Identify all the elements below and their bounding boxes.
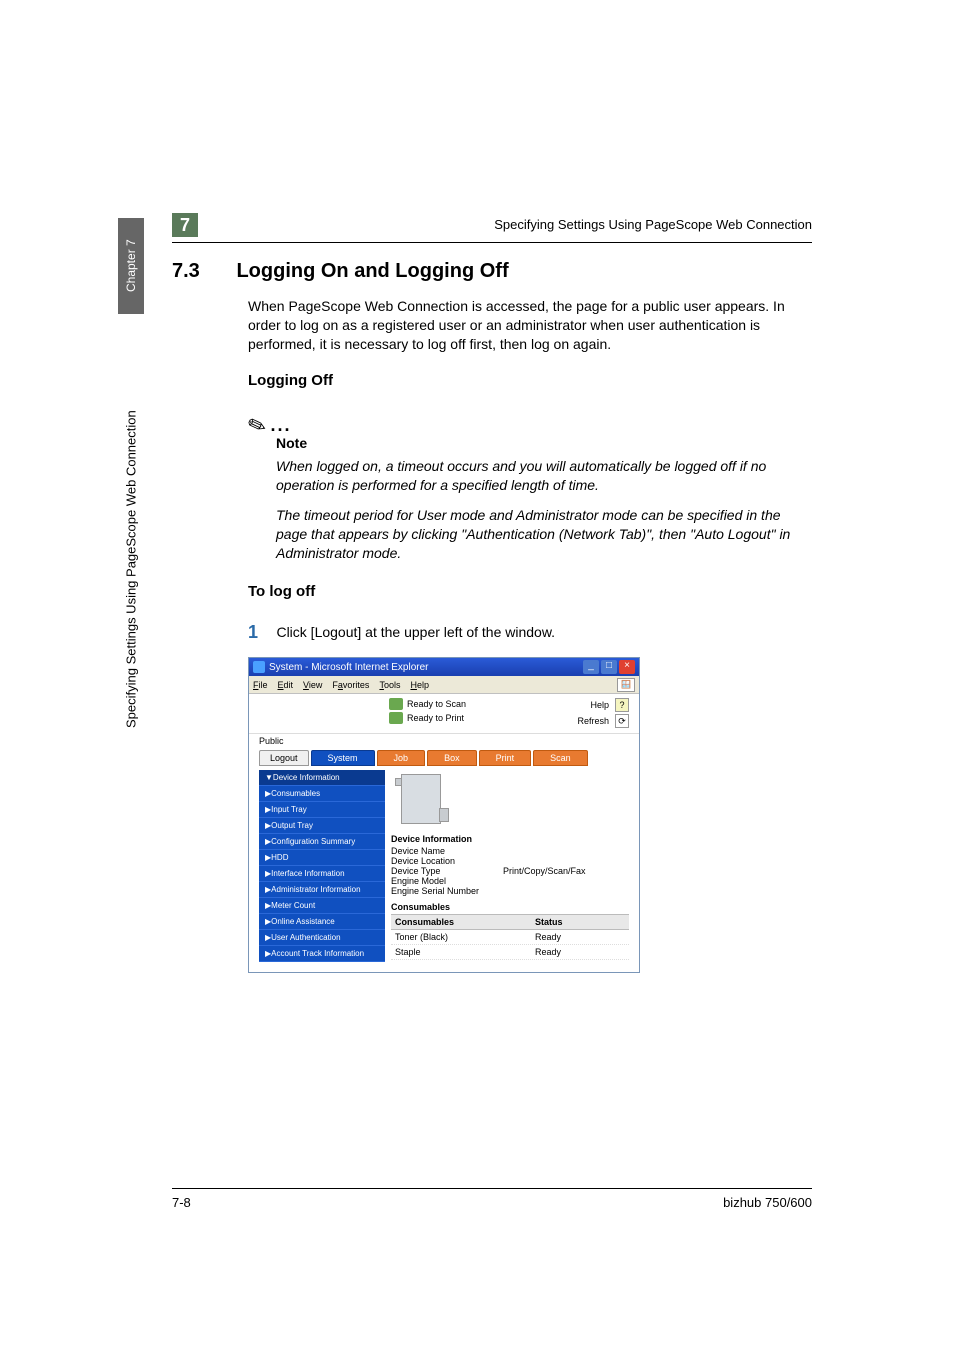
device-type-label: Device Type (391, 866, 503, 876)
note-paragraph-1: When logged on, a timeout occurs and you… (276, 457, 812, 495)
consumables-col-1: Consumables (391, 915, 531, 929)
note-ellipsis: ... (270, 415, 291, 435)
device-info-heading: Device Information (391, 834, 629, 844)
subheading-logging-off: Logging Off (248, 372, 812, 389)
nav-meter-count[interactable]: ▶Meter Count (259, 898, 385, 914)
subheading-to-log-off: To log off (248, 583, 812, 600)
note-icon: ✎ (244, 410, 270, 441)
menu-file[interactable]: File (253, 680, 268, 690)
nav-consumables[interactable]: ▶Consumables (259, 786, 385, 802)
window-title: System - Microsoft Internet Explorer (269, 662, 429, 673)
engine-model-label: Engine Model (391, 876, 503, 886)
step-1-number: 1 (248, 622, 272, 643)
nav-hdd[interactable]: ▶HDD (259, 850, 385, 866)
nav-config-summary[interactable]: ▶Configuration Summary (259, 834, 385, 850)
chapter-tab: Chapter 7 (118, 218, 144, 314)
nav-interface-information[interactable]: ▶Interface Information (259, 866, 385, 882)
nav-user-authentication[interactable]: ▶User Authentication (259, 930, 385, 946)
nav-device-information[interactable]: ▼Device Information (259, 770, 385, 786)
menu-edit[interactable]: Edit (278, 680, 294, 690)
menu-favorites[interactable]: Favorites (332, 680, 369, 690)
scanner-status-icon (389, 698, 403, 710)
scanner-status-text: Ready to Scan (407, 699, 466, 709)
toner-black-label: Toner (Black) (391, 930, 531, 944)
table-row: Staple Ready (391, 945, 629, 960)
section-number: 7.3 (172, 260, 232, 283)
device-type-value: Print/Copy/Scan/Fax (503, 866, 586, 876)
refresh-label: Refresh (577, 716, 609, 726)
screenshot-window: System - Microsoft Internet Explorer _ □… (248, 657, 640, 973)
nav-online-assistance[interactable]: ▶Online Assistance (259, 914, 385, 930)
tab-scan[interactable]: Scan (533, 750, 588, 766)
nav-administrator-information[interactable]: ▶Administrator Information (259, 882, 385, 898)
device-image (391, 770, 453, 828)
side-section-label: Specifying Settings Using PageScope Web … (118, 328, 144, 728)
nav-input-tray[interactable]: ▶Input Tray (259, 802, 385, 818)
staple-label: Staple (391, 945, 531, 959)
intro-paragraph: When PageScope Web Connection is accesse… (248, 297, 812, 354)
window-maximize-button[interactable]: □ (601, 660, 617, 674)
window-minimize-button[interactable]: _ (583, 660, 599, 674)
device-name-label: Device Name (391, 846, 503, 856)
section-title: Logging On and Logging Off (236, 260, 508, 283)
ie-logo-icon: 🪟 (617, 678, 635, 692)
staple-status: Ready (531, 945, 629, 959)
menu-help[interactable]: Help (410, 680, 429, 690)
printer-status-icon (389, 712, 403, 724)
tab-print[interactable]: Print (479, 750, 532, 766)
note-block: ✎... Note When logged on, a timeout occu… (248, 411, 812, 563)
printer-status-text: Ready to Print (407, 713, 464, 723)
menu-view[interactable]: View (303, 680, 322, 690)
table-row: Toner (Black) Ready (391, 930, 629, 945)
tab-job[interactable]: Job (377, 750, 426, 766)
toner-black-status: Ready (531, 930, 629, 944)
note-paragraph-2: The timeout period for User mode and Adm… (276, 506, 812, 563)
ie-titlebar: System - Microsoft Internet Explorer _ □… (249, 658, 639, 676)
header-running-title: Specifying Settings Using PageScope Web … (494, 217, 812, 232)
menu-tools[interactable]: Tools (379, 680, 400, 690)
engine-serial-label: Engine Serial Number (391, 886, 503, 896)
help-label: Help (590, 700, 609, 710)
brand-area (259, 698, 389, 729)
footer-page-number: 7-8 (172, 1195, 191, 1210)
consumables-col-2: Status (531, 915, 629, 929)
window-close-button[interactable]: × (619, 660, 635, 674)
nav-account-track-information[interactable]: ▶Account Track Information (259, 946, 385, 962)
tab-box[interactable]: Box (427, 750, 477, 766)
header-page-number: 7 (172, 213, 198, 237)
side-nav: ▼Device Information ▶Consumables ▶Input … (259, 770, 385, 962)
device-location-label: Device Location (391, 856, 503, 866)
step-1-text: Click [Logout] at the upper left of the … (276, 622, 555, 640)
footer-model: bizhub 750/600 (723, 1195, 812, 1210)
consumables-heading: Consumables (391, 902, 629, 912)
tab-system[interactable]: System (311, 750, 375, 766)
ie-menubar: File Edit View Favorites Tools Help 🪟 (249, 676, 639, 694)
note-label: Note (276, 435, 812, 451)
logout-button[interactable]: Logout (259, 750, 309, 766)
help-button[interactable]: ? (615, 698, 629, 712)
refresh-button[interactable]: ⟳ (615, 714, 629, 728)
nav-output-tray[interactable]: ▶Output Tray (259, 818, 385, 834)
ie-app-icon (253, 661, 265, 673)
current-user-label: Public (249, 734, 639, 750)
